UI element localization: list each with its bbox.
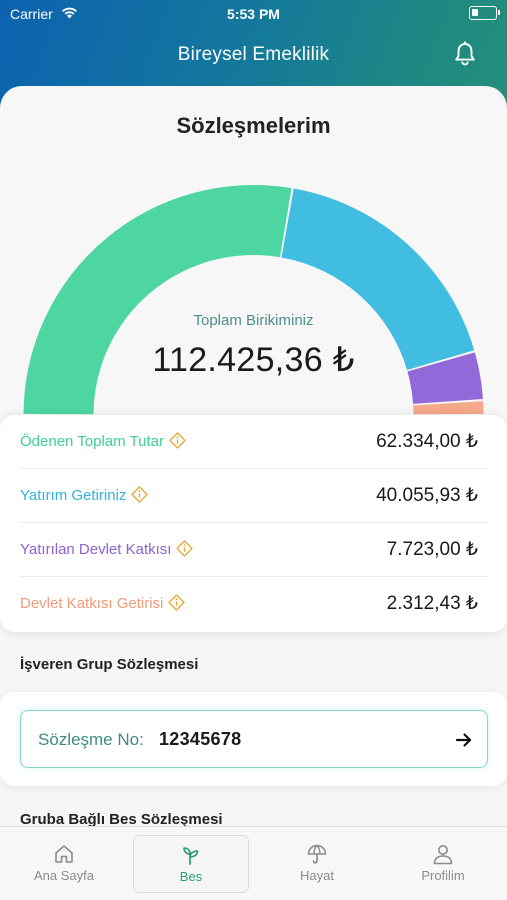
battery-icon: [469, 6, 500, 20]
tab-bes-label: Bes: [179, 869, 203, 884]
state-contribution-return-label: Devlet Katkısı Getirisi: [20, 594, 186, 612]
breakdown-row-state-return: Devlet Katkısı Getirisi 2.312,43 ₺: [20, 577, 488, 631]
investment-return-label: Yatırım Getiriniz: [20, 486, 149, 504]
bell-icon[interactable]: [451, 40, 479, 68]
tab-life-label: Hayat: [300, 868, 334, 883]
contract-button[interactable]: Sözleşme No: 12345678: [20, 710, 488, 768]
info-icon[interactable]: [169, 432, 186, 449]
state-contribution-label: Yatırılan Devlet Katkısı: [20, 540, 194, 558]
tab-profile-label: Profilim: [421, 868, 465, 883]
info-icon[interactable]: [131, 486, 149, 503]
employer-section-title: İşveren Grup Sözleşmesi: [20, 656, 199, 673]
tab-bar: Ana Sayfa Bes Hayat Profilim: [0, 826, 507, 900]
info-icon[interactable]: [176, 540, 194, 557]
investment-return-value: 40.055,93 ₺: [376, 485, 478, 506]
contract-no-label: Sözleşme No:: [38, 730, 144, 749]
tab-profile[interactable]: Profilim: [385, 835, 501, 893]
arrow-right-icon: [455, 733, 472, 747]
user-icon: [433, 845, 453, 865]
status-bar: Carrier 5:53 PM: [0, 0, 507, 28]
state-contribution-return-value: 2.312,43 ₺: [386, 593, 478, 614]
total-savings-value: 112.425,36 ₺: [152, 341, 355, 379]
savings-breakdown: Ödenen Toplam Tutar 62.334,00 ₺ Yatırım …: [0, 415, 507, 632]
breakdown-row-return: Yatırım Getiriniz 40.055,93 ₺: [20, 469, 488, 523]
info-icon[interactable]: [168, 594, 186, 611]
status-time: 5:53 PM: [227, 6, 280, 22]
contract-no-value: 12345678: [159, 729, 242, 749]
tab-bes[interactable]: Bes: [133, 835, 249, 893]
tab-home[interactable]: Ana Sayfa: [6, 835, 122, 893]
paid-total-label: Ödenen Toplam Tutar: [20, 432, 186, 450]
breakdown-row-paid: Ödenen Toplam Tutar 62.334,00 ₺: [20, 415, 488, 469]
total-savings-label: Toplam Birikiminiz: [193, 312, 314, 329]
breakdown-row-state: Yatırılan Devlet Katkısı 7.723,00 ₺: [20, 523, 488, 577]
page-title: Bireysel Emeklilik: [177, 44, 330, 65]
tab-home-label: Ana Sayfa: [34, 868, 94, 883]
summary-title: Sözleşmelerim: [176, 113, 331, 138]
employer-contract-card: Sözleşme No: 12345678: [0, 692, 507, 786]
state-contribution-value: 7.723,00 ₺: [386, 539, 478, 560]
home-icon: [55, 845, 73, 863]
paid-total-value: 62.334,00 ₺: [376, 431, 478, 452]
sprout-icon: [183, 847, 199, 865]
umbrella-icon: [307, 844, 327, 864]
gauge-segment-state_return: [413, 401, 484, 415]
tab-life[interactable]: Hayat: [259, 835, 375, 893]
